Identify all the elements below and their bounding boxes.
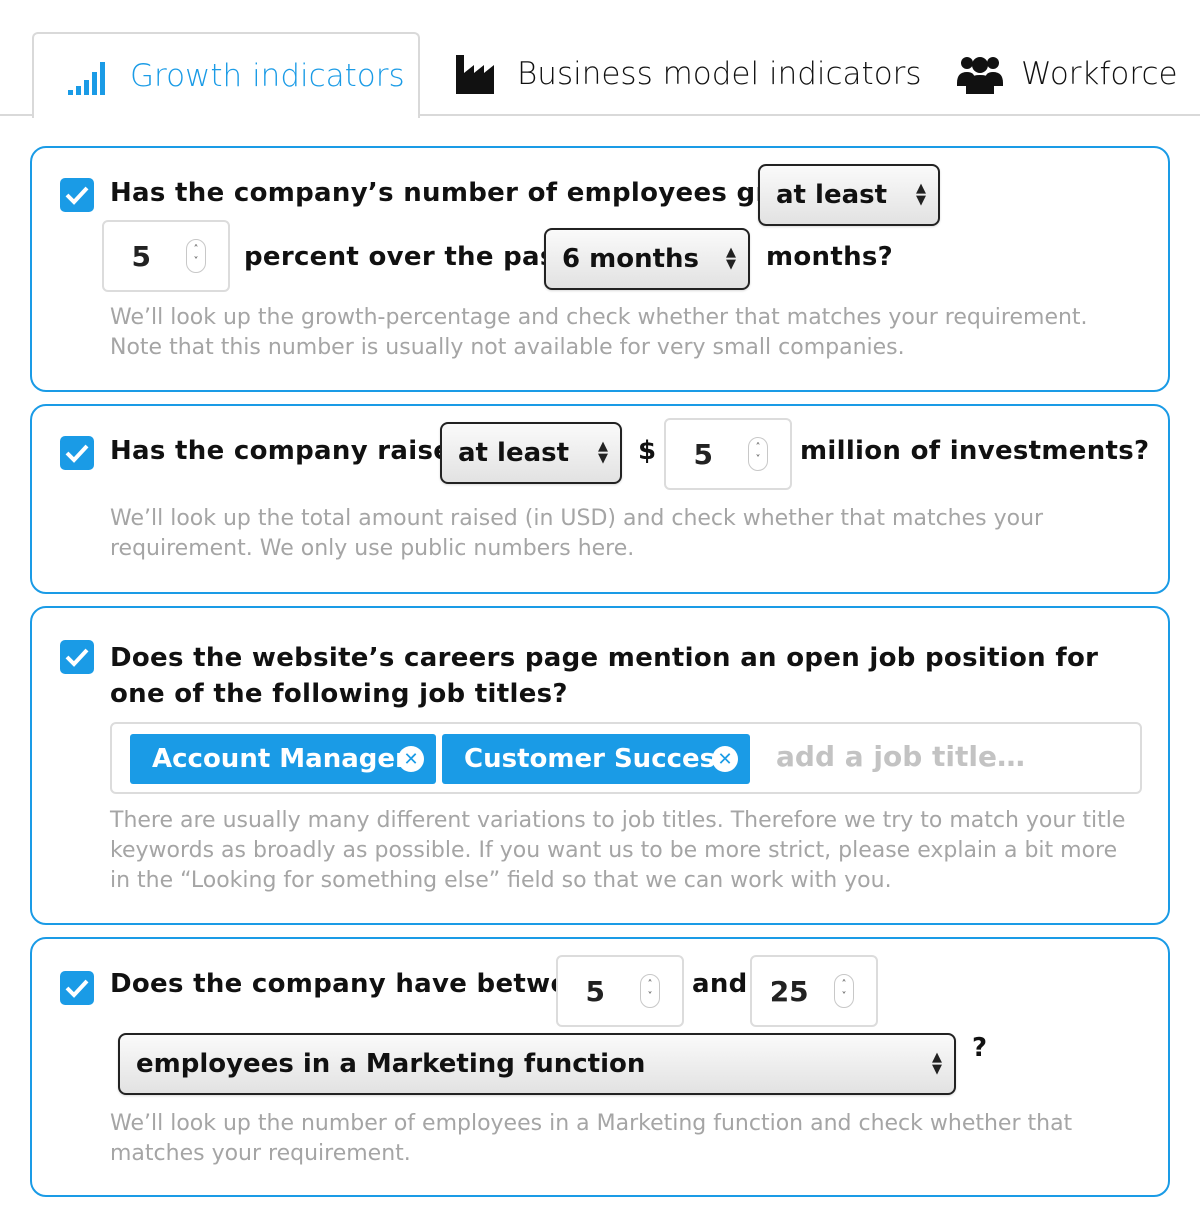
- updown-arrows-icon: ▲ ▼: [598, 439, 608, 466]
- input-value: 5: [131, 239, 151, 273]
- employee-count-card: Does the company have between 5 ˄ ˅ and 2…: [30, 937, 1170, 1197]
- input-value: 5: [693, 437, 713, 471]
- job-title-placeholder[interactable]: add a job title…: [776, 740, 1025, 773]
- factory-icon: [455, 53, 499, 95]
- question-text: Does the website’s careers page mention …: [110, 643, 1099, 709]
- help-text: We’ll look up the growth-percentage and …: [110, 305, 1088, 360]
- stepper-icon[interactable]: ˄ ˅: [834, 974, 854, 1008]
- tab-label: Business model indicators: [517, 56, 922, 92]
- question-mark: ?: [972, 1033, 988, 1063]
- tab-bar: Growth indicators Business model indicat…: [0, 0, 1200, 118]
- growth-period-select[interactable]: 6 months ▲ ▼: [544, 228, 750, 290]
- tab-label: Growth indicators: [130, 58, 405, 94]
- signal-bars-icon: [68, 56, 112, 96]
- question-text: million of investments?: [800, 436, 1150, 466]
- help-text: We’ll look up the total amount raised (i…: [110, 506, 1044, 561]
- investments-card: Has the company raised at least ▲ ▼ $ 5 ˄…: [30, 404, 1170, 594]
- employee-function-select[interactable]: employees in a Marketing function ▲ ▼: [118, 1033, 956, 1095]
- question-text: Has the company’s number of employees gr…: [110, 178, 830, 208]
- job-titles-card: Does the website’s careers page mention …: [30, 606, 1170, 925]
- employee-growth-checkbox[interactable]: [60, 178, 94, 212]
- tag-customer-success: Customer Success ✕: [442, 734, 750, 784]
- growth-comparator-select[interactable]: at least ▲ ▼: [758, 164, 940, 226]
- help-text: There are usually many different variati…: [110, 808, 1126, 893]
- question-text: percent over the past: [244, 242, 569, 272]
- min-employees-input[interactable]: 5 ˄ ˅: [556, 955, 684, 1027]
- employee-growth-card: Has the company’s number of employees gr…: [30, 146, 1170, 392]
- max-employees-input[interactable]: 25 ˄ ˅: [750, 955, 878, 1027]
- updown-arrows-icon: ▲ ▼: [932, 1050, 942, 1077]
- users-icon: [957, 53, 1003, 95]
- tag-label: Customer Success: [464, 744, 731, 774]
- stepper-icon[interactable]: ˄ ˅: [748, 437, 768, 471]
- input-value: 5: [585, 974, 605, 1008]
- updown-arrows-icon: ▲ ▼: [726, 245, 736, 272]
- question-text: months?: [766, 242, 894, 272]
- currency-symbol: $: [638, 436, 657, 466]
- and-label: and: [692, 969, 748, 999]
- tab-business-model-indicators[interactable]: Business model indicators: [455, 32, 922, 116]
- tab-label: Workforce: [1021, 56, 1178, 92]
- select-value: employees in a Marketing function: [136, 1049, 646, 1079]
- question-text: Has the company raised: [110, 436, 471, 466]
- tab-growth-indicators[interactable]: Growth indicators: [32, 32, 420, 118]
- select-value: at least: [776, 180, 888, 210]
- check-icon: [65, 979, 89, 998]
- help-text: We’ll look up the number of employees in…: [110, 1111, 1073, 1166]
- check-icon: [65, 186, 89, 205]
- investment-amount-input[interactable]: 5 ˄ ˅: [664, 418, 792, 490]
- remove-tag-icon[interactable]: ✕: [398, 746, 424, 772]
- tab-workforce[interactable]: Workforce: [957, 32, 1178, 116]
- input-value: 25: [769, 974, 809, 1008]
- select-value: 6 months: [562, 244, 700, 274]
- updown-arrows-icon: ▲ ▼: [916, 181, 926, 208]
- investments-comparator-select[interactable]: at least ▲ ▼: [440, 422, 622, 484]
- select-value: at least: [458, 438, 570, 468]
- employee-count-checkbox[interactable]: [60, 971, 94, 1005]
- job-title-tag-input[interactable]: Account Manager ✕ Customer Success ✕ add…: [110, 722, 1142, 794]
- stepper-icon[interactable]: ˄ ˅: [640, 974, 660, 1008]
- investments-checkbox[interactable]: [60, 436, 94, 470]
- check-icon: [65, 444, 89, 463]
- stepper-icon[interactable]: ˄ ˅: [186, 239, 206, 273]
- tag-label: Account Manager: [152, 744, 408, 774]
- remove-tag-icon[interactable]: ✕: [712, 746, 738, 772]
- check-icon: [65, 648, 89, 667]
- job-titles-checkbox[interactable]: [60, 640, 94, 674]
- tag-account-manager: Account Manager ✕: [130, 734, 436, 784]
- growth-percent-input[interactable]: 5 ˄ ˅: [102, 220, 230, 292]
- question-text: Does the company have between: [110, 969, 606, 999]
